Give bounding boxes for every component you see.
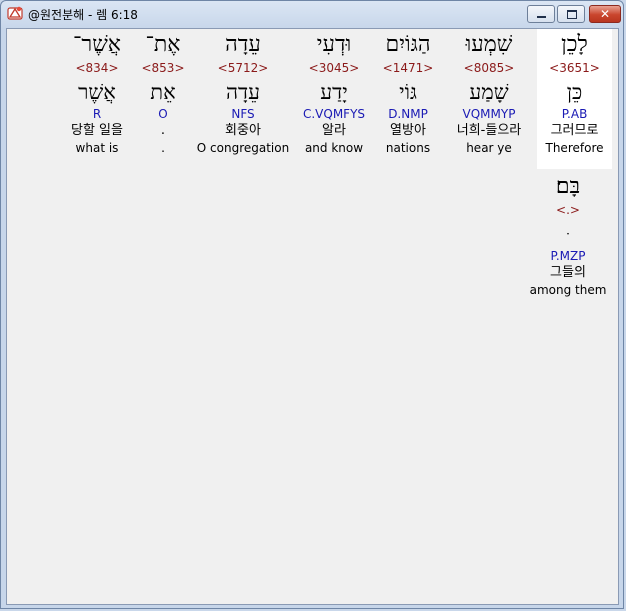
title-bar[interactable]: @원전분해 - 렘 6:18 ✕ [1,1,623,27]
hebrew-lemma: עֵדָה [225,80,261,104]
hebrew-lemma: כֵּן [566,80,583,104]
maximize-icon [558,6,584,22]
strong-number: <853> [141,61,185,75]
english-gloss: and know [304,141,364,155]
window-title: @원전분해 - 렘 6:18 [28,8,138,22]
word-column-0[interactable]: לָכֵן <3651> כֵּן P.AB 그러므로 Therefore [537,29,612,169]
hebrew-word: אֲשֶׁר־ [72,32,121,57]
english-gloss: O congregation [196,141,290,155]
korean-gloss: 너희-들으라 [456,123,522,138]
hebrew-word: בָּם׃ [555,174,581,199]
strong-number: <1471> [382,61,434,75]
app-icon [7,6,23,20]
close-icon: ✕ [599,7,611,21]
korean-gloss: 회중아 [225,123,261,138]
hebrew-word: וּדְעִי [316,32,352,57]
strong-number: <5712> [217,61,269,75]
hebrew-lemma: אֵת [150,80,176,104]
korean-gloss: 그러므로 [550,123,599,138]
strong-number: <834> [75,61,119,75]
morphology-code: P.AB [561,107,588,121]
english-gloss: among them [529,283,607,297]
morphology-code: VQMMYP [462,107,516,121]
hebrew-lemma: ּ [529,217,607,249]
minimize-button[interactable] [527,5,555,23]
strong-number: <3651> [549,61,600,75]
hebrew-lemma: אֲשֶׁר [78,80,116,104]
korean-gloss: . [160,123,166,138]
word-column-7[interactable]: בָּם׃ <.> ּ P.MZP 그들의 among them [529,171,607,311]
english-gloss: Therefore [545,141,604,155]
minimize-icon [528,6,554,22]
morphology-code: R [92,107,102,121]
hebrew-word: עֵדָה [225,32,261,57]
korean-gloss: 열방아 [390,123,426,138]
word-column-6[interactable]: אֲשֶׁר־ <834> אֲשֶׁר R 당할 일을 what is [62,29,132,169]
hebrew-word: לָכֵן [561,32,588,57]
close-button[interactable]: ✕ [589,5,621,23]
strong-number: <3045> [308,61,360,75]
english-gloss: hear ye [466,141,512,155]
app-window: @원전분해 - 렘 6:18 ✕ לָכֵן <3651> כֵּן P.AB … [0,0,624,609]
korean-gloss: 그들의 [550,265,586,280]
strong-number: <.> [556,203,580,217]
maximize-button[interactable] [557,5,585,23]
english-gloss: what is [75,141,119,155]
morphology-code: NFS [231,107,255,121]
hebrew-word: אֶת־ [145,32,181,57]
hebrew-word: הַגּוֹיִם [385,32,431,57]
word-column-4[interactable]: עֵדָה <5712> עֵדָה NFS 회중아 O congregatio… [195,29,291,169]
korean-gloss: 당할 일을 [71,123,123,138]
word-column-2[interactable]: הַגּוֹיִם <1471> גּוֹי D.NMP 열방아 nations [374,29,442,169]
korean-gloss: 알라 [322,123,346,138]
hebrew-lemma: גּוֹי [399,80,417,104]
english-gloss: . [161,141,165,155]
morphology-code: C.VQMFYS [302,107,366,121]
word-analysis-panel: לָכֵן <3651> כֵּן P.AB 그러므로 Therefore שִ… [6,28,619,605]
hebrew-lemma: יָדַע [320,80,348,104]
morphology-code: D.NMP [388,107,428,121]
hebrew-lemma: שָׁמַע [469,80,509,104]
word-column-1[interactable]: שִׁמְעוּ <8085> שָׁמַע VQMMYP 너희-들으라 hea… [445,29,533,169]
morphology-code: O [158,107,168,121]
word-column-5[interactable]: אֶת־ <853> אֵת O . . [137,29,189,169]
word-column-3[interactable]: וּדְעִי <3045> יָדַע C.VQMFYS 알라 and kno… [296,29,372,169]
hebrew-word: שִׁמְעוּ [465,32,513,57]
morphology-code: P.MZP [550,249,586,263]
strong-number: <8085> [463,61,515,75]
english-gloss: nations [385,141,431,155]
